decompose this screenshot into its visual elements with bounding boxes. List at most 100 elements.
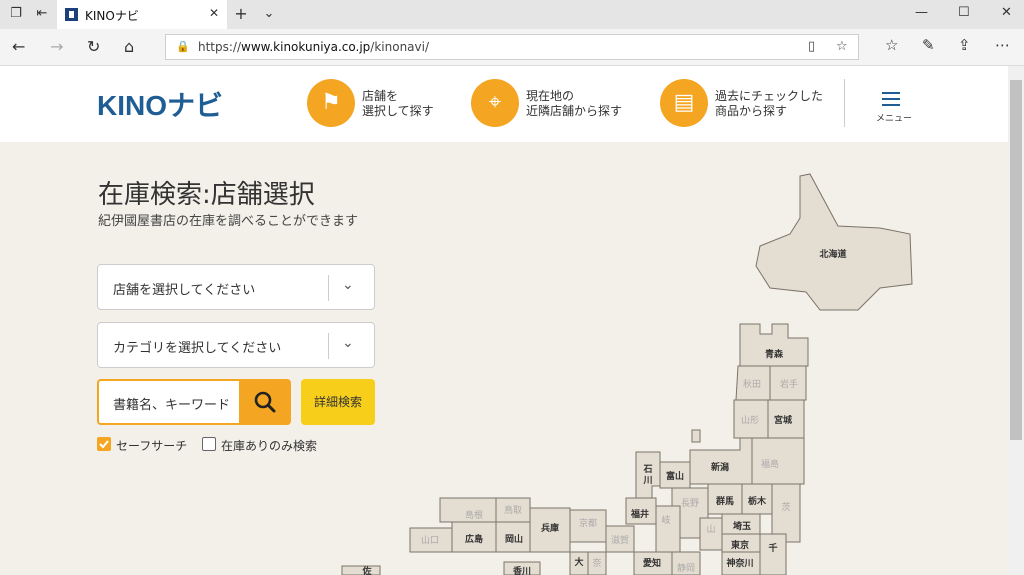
reading-view-icon[interactable]: ▯ <box>808 39 815 54</box>
map-label-miyagi: 宮城 <box>774 414 792 426</box>
map-label-gunma: 群馬 <box>715 495 734 507</box>
search-icon <box>254 391 276 413</box>
map-label-yamanashi: 山 <box>706 524 715 535</box>
forward-icon[interactable]: → <box>50 37 63 57</box>
map-label-saitama: 埼玉 <box>733 520 751 532</box>
nav-checked-items[interactable]: 過去にチェックした 商品から探す <box>715 89 823 119</box>
map-label-nara: 奈 <box>592 557 601 569</box>
detail-search-button[interactable]: 詳細検索 <box>301 379 375 425</box>
safe-search-checkbox[interactable] <box>97 437 111 451</box>
select-divider <box>328 275 329 301</box>
map-label-yamaguchi: 山口 <box>421 535 439 546</box>
tab-actions-icon[interactable]: ❐ <box>8 6 24 22</box>
nav-select-store[interactable]: 店舗を 選択して探す <box>362 89 434 119</box>
map-label-okayama: 岡山 <box>505 533 523 545</box>
pen-notes-icon[interactable]: ✎ <box>922 36 935 54</box>
map-region-sado <box>691 429 701 443</box>
category-select-label: カテゴリを選択してください <box>113 341 282 356</box>
page-title: 在庫検索:店舗選択 <box>98 180 315 210</box>
category-select[interactable]: カテゴリを選択してください ⌄ <box>97 322 375 368</box>
tab-title: KINOナビ <box>85 9 139 23</box>
page-subtitle: 紀伊國屋書店の在庫を調べることができます <box>98 214 359 229</box>
map-label-tochigi: 栃木 <box>748 495 767 507</box>
map-label-gifu: 岐 <box>661 514 670 526</box>
keyword-search-input[interactable]: 書籍名、キーワード <box>97 379 239 425</box>
more-options-icon[interactable]: ⋯ <box>995 36 1010 54</box>
home-icon[interactable]: ⌂ <box>124 37 134 57</box>
map-label-osaka: 大 <box>574 556 583 568</box>
minimize-icon[interactable]: — <box>915 5 928 20</box>
map-label-fukushima: 福島 <box>761 458 779 470</box>
browser-tab-bar: ❐ ⇤ KINOナビ ✕ + ⌄ — ☐ ✕ <box>0 0 1024 29</box>
clipboard-icon[interactable]: ▤ <box>660 79 708 127</box>
scrollbar-thumb[interactable] <box>1010 80 1022 440</box>
web-page: 北海道 青森 秋田 岩手 山形 宮城 石 川 富山 新潟 福島 長野 群馬 栃木… <box>0 66 1008 575</box>
map-label-fukui: 福井 <box>630 508 649 520</box>
map-region-ishikawa <box>635 451 661 499</box>
favicon-icon <box>65 8 78 21</box>
search-button[interactable] <box>239 379 291 425</box>
browser-tab[interactable]: KINOナビ ✕ <box>57 0 227 29</box>
address-bar[interactable]: 🔒 https://www.kinokuniya.co.jp/kinonavi/… <box>165 34 859 60</box>
map-label-chiba: 千 <box>768 542 777 554</box>
map-label-hokkaido: 北海道 <box>819 248 846 260</box>
map-label-ishikawa: 石 <box>642 464 652 475</box>
map-label-kanagawa: 神奈川 <box>726 557 753 569</box>
map-region-ibaraki <box>771 483 801 543</box>
map-label-yamagata: 山形 <box>741 414 759 426</box>
kinonavi-logo[interactable]: KINOナビ <box>97 84 223 124</box>
map-label-kagawa: 香川 <box>512 565 531 575</box>
hamburger-menu-icon[interactable] <box>882 92 900 106</box>
back-icon[interactable]: ← <box>12 37 25 57</box>
stock-only-label[interactable]: 在庫ありのみ検索 <box>221 437 317 454</box>
store-select[interactable]: 店舗を選択してください ⌄ <box>97 264 375 310</box>
favorite-star-icon[interactable]: ☆ <box>836 39 848 54</box>
safe-search-label[interactable]: セーフサーチ <box>116 437 187 454</box>
map-region-niigata <box>689 437 753 485</box>
select-divider <box>328 333 329 359</box>
store-select-label: 店舗を選択してください <box>113 283 256 298</box>
favorites-hub-icon[interactable]: ☆ <box>885 36 898 54</box>
map-label-shiga: 滋賀 <box>611 534 629 546</box>
map-label-aomori: 青森 <box>765 348 784 360</box>
close-tab-icon[interactable]: ✕ <box>209 6 219 20</box>
map-label-tottori: 鳥取 <box>504 504 522 516</box>
map-region-hokkaido <box>755 173 913 311</box>
refresh-icon[interactable]: ↻ <box>87 37 100 57</box>
map-label-akita: 秋田 <box>743 378 761 390</box>
url-text: https://www.kinokuniya.co.jp/kinonavi/ <box>198 40 430 54</box>
new-tab-icon[interactable]: + <box>233 6 249 22</box>
map-pin-icon[interactable]: ⚑ <box>307 79 355 127</box>
map-label-saga: 佐 <box>361 565 371 575</box>
map-label-kyoto: 京都 <box>579 517 597 529</box>
window-close-icon[interactable]: ✕ <box>1001 5 1012 20</box>
checkmark-icon <box>99 440 109 449</box>
map-label-hyogo: 兵庫 <box>541 522 559 534</box>
search-placeholder: 書籍名、キーワード <box>113 398 231 413</box>
map-label-aichi: 愛知 <box>643 557 661 569</box>
map-label-niigata: 新潟 <box>711 461 729 473</box>
japan-map: 北海道 青森 秋田 岩手 山形 宮城 石 川 富山 新潟 福島 長野 群馬 栃木… <box>341 173 913 575</box>
map-label-ishikawa-2: 川 <box>642 475 652 486</box>
map-region-gifu <box>655 505 681 553</box>
chevron-down-icon[interactable]: ⌄ <box>342 335 354 351</box>
map-region-chiba <box>759 533 787 575</box>
site-header: KINOナビ ⚑ 店舗を 選択して探す ⌖ 現在地の 近隣店舗から探す ▤ 過去にチ… <box>0 66 1008 142</box>
map-label-hiroshima: 広島 <box>465 533 483 545</box>
share-icon[interactable]: ⇪ <box>958 36 971 54</box>
map-region-kyushu <box>341 565 381 575</box>
map-label-ibaraki: 茨 <box>781 501 790 513</box>
menu-label[interactable]: メニュー <box>876 111 912 124</box>
map-label-tokyo: 東京 <box>731 539 749 551</box>
stock-only-checkbox[interactable] <box>202 437 216 451</box>
location-map-icon[interactable]: ⌖ <box>471 79 519 127</box>
nav-nearby-stores[interactable]: 現在地の 近隣店舗から探す <box>526 89 622 119</box>
browser-toolbar: ← → ↻ ⌂ 🔒 https://www.kinokuniya.co.jp/k… <box>0 29 1024 66</box>
lock-icon: 🔒 <box>176 40 190 53</box>
map-label-toyama: 富山 <box>666 470 684 482</box>
maximize-icon[interactable]: ☐ <box>958 5 970 20</box>
header-divider <box>844 79 845 127</box>
set-aside-tabs-icon[interactable]: ⇤ <box>34 6 50 22</box>
chevron-down-icon[interactable]: ⌄ <box>342 277 354 293</box>
tab-list-chevron-icon[interactable]: ⌄ <box>261 6 277 22</box>
